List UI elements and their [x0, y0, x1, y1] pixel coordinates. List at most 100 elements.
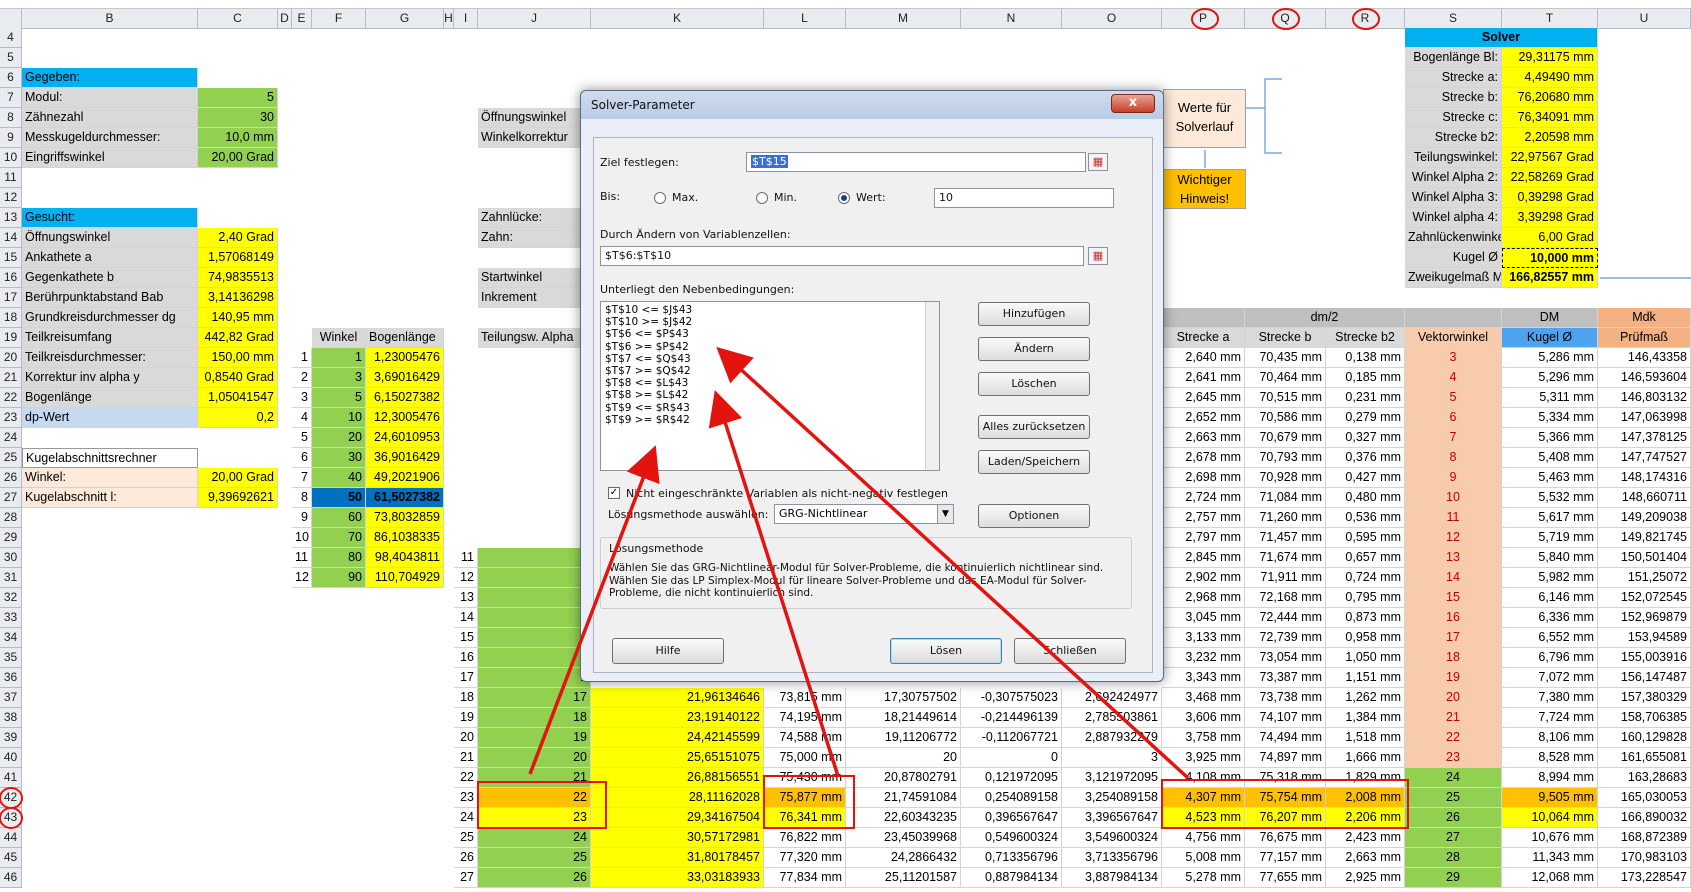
- result-cell[interactable]: 76,207 mm: [1245, 808, 1326, 828]
- solver-value[interactable]: 166,82557 mm: [1502, 268, 1598, 288]
- sought-value[interactable]: 2,40 Grad: [198, 228, 278, 248]
- row-header[interactable]: 4: [0, 28, 22, 48]
- column-header[interactable]: O: [1062, 9, 1162, 29]
- result-cell[interactable]: 6: [1405, 408, 1502, 428]
- row-header[interactable]: 31: [0, 568, 22, 588]
- method-select[interactable]: GRG-Nichtlinear ▼: [774, 504, 954, 524]
- k-value[interactable]: 29,34167504: [591, 808, 764, 828]
- solver-value[interactable]: 22,58269 Grad: [1502, 168, 1598, 188]
- column-header[interactable]: B: [22, 9, 198, 29]
- pitch-angle-value[interactable]: 1: [478, 608, 591, 628]
- result-cell[interactable]: 76,675 mm: [1245, 828, 1326, 848]
- chevron-down-icon[interactable]: ▼: [937, 505, 953, 523]
- result-cell[interactable]: 2,925 mm: [1326, 868, 1405, 888]
- n-value[interactable]: -0,112067721: [961, 728, 1062, 748]
- result-cell[interactable]: 7,072 mm: [1502, 668, 1598, 688]
- result-cell[interactable]: 161,655081: [1598, 748, 1691, 768]
- add-button[interactable]: Hinzufügen: [978, 302, 1090, 326]
- result-cell[interactable]: 28: [1405, 848, 1502, 868]
- result-cell[interactable]: 5,366 mm: [1502, 428, 1598, 448]
- result-cell[interactable]: 2,652 mm: [1162, 408, 1245, 428]
- radio-min[interactable]: [756, 192, 768, 204]
- constraint-item[interactable]: $T$10 >= $J$42: [605, 316, 935, 328]
- solver-value[interactable]: 76,34091 mm: [1502, 108, 1598, 128]
- l-value[interactable]: 76,341 mm: [764, 808, 846, 828]
- solver-value[interactable]: 4,49490 mm: [1502, 68, 1598, 88]
- o-value[interactable]: 3,713356796: [1062, 848, 1162, 868]
- o-value[interactable]: 3,396567647: [1062, 808, 1162, 828]
- solver-value[interactable]: 10,000 mm: [1502, 248, 1598, 268]
- l-value[interactable]: 77,834 mm: [764, 868, 846, 888]
- result-cell[interactable]: 3,758 mm: [1162, 728, 1245, 748]
- solver-value[interactable]: 0,39298 Grad: [1502, 188, 1598, 208]
- k-value[interactable]: 25,65151075: [591, 748, 764, 768]
- n-value[interactable]: 0,713356796: [961, 848, 1062, 868]
- reset-all-button[interactable]: Alles zurücksetzen: [978, 415, 1090, 439]
- arc-length-value[interactable]: 12,3005476: [366, 408, 444, 428]
- l-value[interactable]: 75,430 mm: [764, 768, 846, 788]
- result-cell[interactable]: 3,045 mm: [1162, 608, 1245, 628]
- result-cell[interactable]: 5,719 mm: [1502, 528, 1598, 548]
- column-header[interactable]: H: [444, 9, 454, 29]
- arc-length-value[interactable]: 98,4043811: [366, 548, 444, 568]
- arc-length-value[interactable]: 73,8032859: [366, 508, 444, 528]
- result-cell[interactable]: 5,278 mm: [1162, 868, 1245, 888]
- result-cell[interactable]: 1,829 mm: [1326, 768, 1405, 788]
- result-cell[interactable]: 2,698 mm: [1162, 468, 1245, 488]
- row-header[interactable]: 45: [0, 848, 22, 868]
- result-cell[interactable]: 0,279 mm: [1326, 408, 1405, 428]
- row-header[interactable]: 19: [0, 328, 22, 348]
- constraint-item[interactable]: $T$6 <= $P$43: [605, 328, 935, 340]
- result-cell[interactable]: 5,334 mm: [1502, 408, 1598, 428]
- pitch-angle-value[interactable]: 1: [478, 648, 591, 668]
- result-cell[interactable]: 19: [1405, 668, 1502, 688]
- column-header[interactable]: U: [1598, 9, 1691, 29]
- result-cell[interactable]: 3,468 mm: [1162, 688, 1245, 708]
- result-cell[interactable]: 73,387 mm: [1245, 668, 1326, 688]
- result-cell[interactable]: 22: [1405, 728, 1502, 748]
- m-value[interactable]: 21,74591084: [846, 788, 961, 808]
- result-cell[interactable]: 75,754 mm: [1245, 788, 1326, 808]
- row-header[interactable]: 40: [0, 748, 22, 768]
- row-header[interactable]: 10: [0, 148, 22, 168]
- result-cell[interactable]: 155,003916: [1598, 648, 1691, 668]
- result-cell[interactable]: 152,072545: [1598, 588, 1691, 608]
- angle-value[interactable]: 1: [312, 348, 366, 368]
- result-cell[interactable]: 70,793 mm: [1245, 448, 1326, 468]
- constraint-item[interactable]: $T$8 <= $L$43: [605, 377, 935, 389]
- column-header[interactable]: C: [198, 9, 278, 29]
- sought-value[interactable]: 442,82 Grad: [198, 328, 278, 348]
- result-cell[interactable]: 2,968 mm: [1162, 588, 1245, 608]
- result-cell[interactable]: 7,380 mm: [1502, 688, 1598, 708]
- result-cell[interactable]: 10,676 mm: [1502, 828, 1598, 848]
- result-cell[interactable]: 72,444 mm: [1245, 608, 1326, 628]
- k-value[interactable]: 24,42145599: [591, 728, 764, 748]
- result-cell[interactable]: 4,108 mm: [1162, 768, 1245, 788]
- arc-length-value[interactable]: 110,704929: [366, 568, 444, 588]
- l-value[interactable]: 74,588 mm: [764, 728, 846, 748]
- load-save-button[interactable]: Laden/Speichern: [978, 450, 1090, 474]
- o-value[interactable]: 3,549600324: [1062, 828, 1162, 848]
- result-cell[interactable]: 9,505 mm: [1502, 788, 1598, 808]
- sought-value[interactable]: 1,05041547: [198, 388, 278, 408]
- l-value[interactable]: 75,000 mm: [764, 748, 846, 768]
- given-value[interactable]: 5: [198, 88, 278, 108]
- row-header[interactable]: 14: [0, 228, 22, 248]
- result-cell[interactable]: 27: [1405, 828, 1502, 848]
- result-cell[interactable]: 20: [1405, 688, 1502, 708]
- row-header[interactable]: 38: [0, 708, 22, 728]
- angle-value[interactable]: 5: [312, 388, 366, 408]
- o-value[interactable]: 2,785503861: [1062, 708, 1162, 728]
- result-cell[interactable]: 5,008 mm: [1162, 848, 1245, 868]
- result-cell[interactable]: 25: [1405, 788, 1502, 808]
- column-header[interactable]: R: [1326, 9, 1405, 29]
- given-value[interactable]: 20,00 Grad: [198, 148, 278, 168]
- result-cell[interactable]: 77,655 mm: [1245, 868, 1326, 888]
- result-cell[interactable]: 166,890032: [1598, 808, 1691, 828]
- sought-value[interactable]: 3,14136298: [198, 288, 278, 308]
- pitch-angle-value[interactable]: 19: [478, 728, 591, 748]
- result-cell[interactable]: 3,925 mm: [1162, 748, 1245, 768]
- result-cell[interactable]: 5,982 mm: [1502, 568, 1598, 588]
- result-cell[interactable]: 70,464 mm: [1245, 368, 1326, 388]
- row-header[interactable]: 16: [0, 268, 22, 288]
